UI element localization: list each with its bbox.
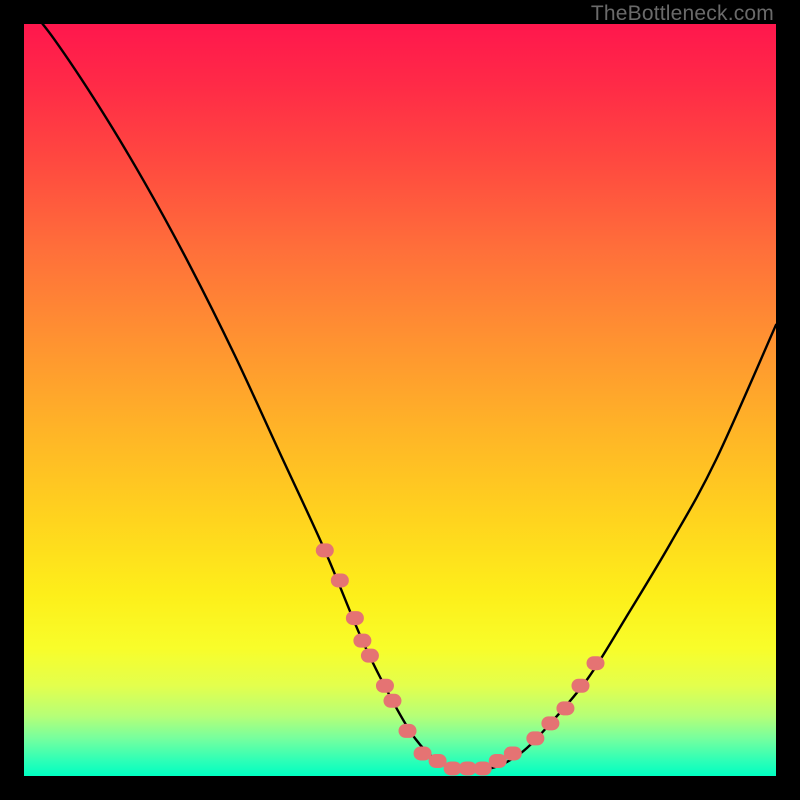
- highlight-dot: [346, 611, 364, 625]
- highlight-dot: [429, 754, 447, 768]
- chart-svg: [24, 24, 776, 776]
- highlight-dot: [474, 761, 492, 775]
- highlight-dot: [541, 716, 559, 730]
- highlight-dot: [587, 656, 605, 670]
- highlight-dot: [399, 724, 417, 738]
- bottleneck-curve: [24, 24, 776, 770]
- watermark-text: TheBottleneck.com: [591, 2, 774, 26]
- highlight-dot: [414, 746, 432, 760]
- highlight-dots-group: [316, 543, 605, 775]
- highlight-dot: [556, 701, 574, 715]
- plot-area: [24, 24, 776, 776]
- highlight-dot: [331, 573, 349, 587]
- highlight-dot: [383, 694, 401, 708]
- highlight-dot: [353, 634, 371, 648]
- highlight-dot: [376, 679, 394, 693]
- chart-frame: TheBottleneck.com: [0, 0, 800, 800]
- highlight-dot: [504, 746, 522, 760]
- highlight-dot: [526, 731, 544, 745]
- highlight-dot: [361, 649, 379, 663]
- highlight-dot: [571, 679, 589, 693]
- highlight-dot: [489, 754, 507, 768]
- highlight-dot: [316, 543, 334, 557]
